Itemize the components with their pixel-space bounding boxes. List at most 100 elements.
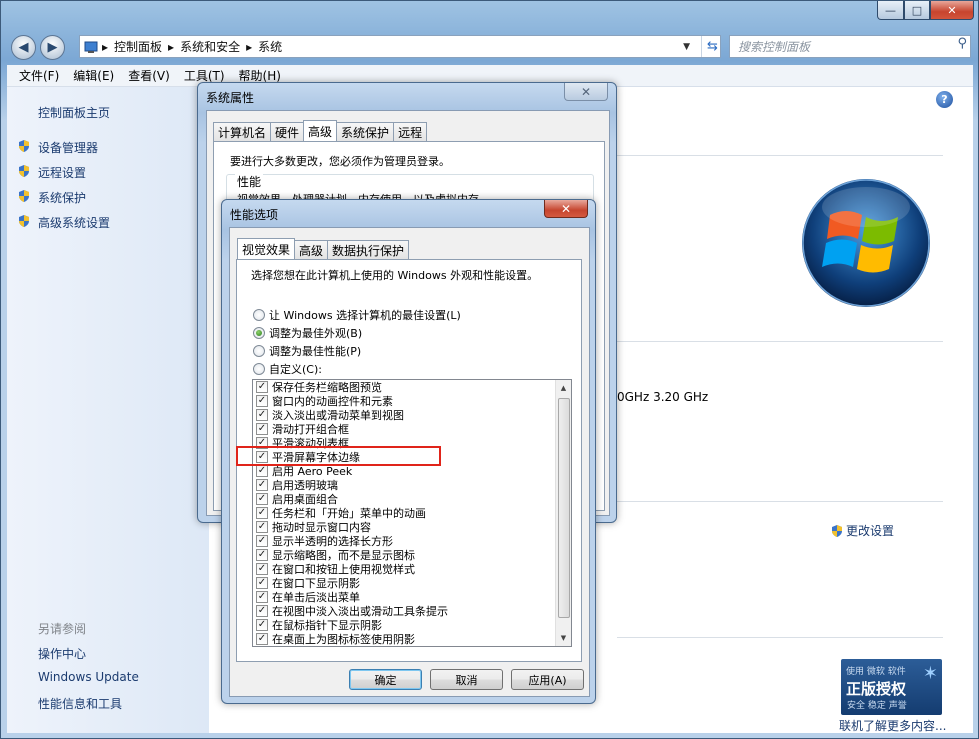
tab-visual-effects[interactable]: 视觉效果	[237, 238, 296, 259]
breadcrumb-sep[interactable]: ▸	[246, 40, 252, 54]
performance-tabs: 视觉效果 高级 数据执行保护	[237, 238, 410, 259]
checkbox[interactable]: ✓	[256, 619, 268, 631]
cpu-speed-text: 0GHz 3.20 GHz	[617, 390, 709, 404]
checkbox[interactable]: ✓	[256, 549, 268, 561]
control-panel-home-link[interactable]: 控制面板主页	[38, 104, 110, 121]
radio-best-performance[interactable]: 调整为最佳性能(P)	[253, 343, 361, 359]
menu-file[interactable]: 文件(F)	[19, 67, 59, 84]
list-item[interactable]: ✓ 显示缩略图，而不是显示图标	[253, 548, 555, 562]
genuine-badge: 使用 微软 软件 正版授权 安全 稳定 声誉 ✶	[841, 659, 942, 715]
radio-label: 调整为最佳性能(P)	[269, 345, 362, 358]
list-item[interactable]: ✓ 任务栏和「开始」菜单中的动画	[253, 506, 555, 520]
list-item[interactable]: ✓ 在桌面上为图标标签使用阴影	[253, 632, 555, 646]
refresh-icon[interactable]: ⇆	[701, 36, 723, 57]
visual-effects-intro: 选择您想在此计算机上使用的 Windows 外观和性能设置。	[251, 269, 539, 282]
performance-options-close-button[interactable]: ✕	[544, 200, 588, 218]
search-icon[interactable]: ⚲	[957, 36, 967, 51]
checkbox[interactable]: ✓	[256, 395, 268, 407]
checkbox[interactable]: ✓	[256, 423, 268, 435]
checkbox[interactable]: ✓	[256, 577, 268, 589]
windows-update-link[interactable]: Windows Update	[38, 670, 139, 684]
ok-button[interactable]: 确定	[349, 669, 422, 690]
checkbox[interactable]: ✓	[256, 493, 268, 505]
breadcrumb-security[interactable]: 系统和安全	[180, 38, 240, 55]
list-item[interactable]: ✓ 保存任务栏缩略图预览	[253, 380, 555, 394]
breadcrumb-system[interactable]: 系统	[258, 38, 282, 55]
breadcrumb-sep[interactable]: ▸	[168, 40, 174, 54]
checkbox[interactable]: ✓	[256, 479, 268, 491]
action-center-link[interactable]: 操作中心	[38, 645, 86, 662]
shield-icon	[19, 140, 29, 152]
system-properties-close-button[interactable]: ✕	[564, 83, 608, 101]
list-item[interactable]: ✓ 在窗口下显示阴影	[253, 576, 555, 590]
caption-buttons: — □ ✕	[877, 1, 974, 20]
shield-icon	[19, 215, 29, 227]
list-scrollbar[interactable]: ▲ ▼	[555, 380, 571, 646]
tab-dep[interactable]: 数据执行保护	[327, 240, 410, 259]
menu-view[interactable]: 查看(V)	[128, 67, 170, 84]
list-item[interactable]: ✓ 启用 Aero Peek	[253, 464, 555, 478]
checkbox[interactable]: ✓	[256, 521, 268, 533]
checkbox[interactable]: ✓	[256, 605, 268, 617]
list-item[interactable]: ✓ 窗口内的动画控件和元素	[253, 394, 555, 408]
list-item[interactable]: ✓ 在鼠标指针下显示阴影	[253, 618, 555, 632]
close-button[interactable]: ✕	[930, 1, 974, 20]
list-item[interactable]: ✓ 启用桌面组合	[253, 492, 555, 506]
breadcrumb-control-panel[interactable]: 控制面板	[114, 38, 162, 55]
checkbox[interactable]: ✓	[256, 563, 268, 575]
tab-system-protection[interactable]: 系统保护	[336, 122, 395, 141]
list-item[interactable]: ✓ 淡入淡出或滑动菜单到视图	[253, 408, 555, 422]
search-input[interactable]: 搜索控制面板	[729, 35, 971, 58]
address-row: ◀ ▶ ▸ 控制面板 ▸ 系统和安全 ▸ 系统 ▼ ⇆ 搜索控制面板 ⚲	[7, 33, 973, 61]
list-item[interactable]: ✓ 在窗口和按钮上使用视觉样式	[253, 562, 555, 576]
tab-advanced[interactable]: 高级	[294, 240, 329, 259]
list-item[interactable]: ✓ 拖动时显示窗口内容	[253, 520, 555, 534]
list-item[interactable]: ✓ 在视图中淡入淡出或滑动工具条提示	[253, 604, 555, 618]
shield-icon	[19, 165, 29, 177]
radio-let-windows-choose[interactable]: 让 Windows 选择计算机的最佳设置(L)	[253, 307, 461, 323]
checkbox[interactable]: ✓	[256, 381, 268, 393]
radio-label: 自定义(C):	[269, 363, 322, 376]
list-item[interactable]: ✓ 在单击后淡出菜单	[253, 590, 555, 604]
scroll-thumb[interactable]	[558, 398, 570, 618]
checkbox[interactable]: ✓	[256, 409, 268, 421]
menu-edit[interactable]: 编辑(E)	[73, 67, 114, 84]
performance-info-link[interactable]: 性能信息和工具	[38, 695, 122, 712]
checkbox[interactable]: ✓	[256, 591, 268, 603]
help-icon[interactable]: ?	[936, 91, 953, 108]
radio-custom[interactable]: 自定义(C):	[253, 361, 322, 377]
genuine-learn-more-link[interactable]: 联机了解更多内容...	[839, 717, 946, 734]
list-item[interactable]: ✓ 滑动打开组合框	[253, 422, 555, 436]
system-properties-title: 系统属性	[206, 91, 255, 105]
checkbox[interactable]: ✓	[256, 535, 268, 547]
remote-settings-link[interactable]: 远程设置	[38, 164, 86, 181]
scroll-up-arrow-icon[interactable]: ▲	[556, 380, 571, 396]
checkbox[interactable]: ✓	[256, 507, 268, 519]
maximize-button[interactable]: □	[904, 1, 930, 20]
system-protection-link[interactable]: 系统保护	[38, 189, 86, 206]
radio-label: 调整为最佳外观(B)	[269, 327, 363, 340]
minimize-button[interactable]: —	[877, 1, 904, 20]
device-manager-link[interactable]: 设备管理器	[38, 139, 98, 156]
tab-remote[interactable]: 远程	[393, 122, 428, 141]
forward-button[interactable]: ▶	[40, 35, 65, 60]
change-settings-link[interactable]: 更改设置	[830, 522, 894, 539]
see-also-heading: 另请参阅	[38, 622, 87, 636]
list-item[interactable]: ✓ 启用透明玻璃	[253, 478, 555, 492]
radio-best-appearance[interactable]: 调整为最佳外观(B)	[253, 325, 362, 341]
genuine-sub-text: 安全 稳定 声誉	[847, 701, 907, 711]
checkbox[interactable]: ✓	[256, 633, 268, 645]
apply-button[interactable]: 应用(A)	[511, 669, 584, 690]
address-dropdown[interactable]: ▼	[683, 42, 690, 52]
tab-hardware[interactable]: 硬件	[270, 122, 305, 141]
scroll-down-arrow-icon[interactable]: ▼	[556, 630, 571, 646]
tab-computer-name[interactable]: 计算机名	[213, 122, 272, 141]
visual-effects-list[interactable]: ✓ 保存任务栏缩略图预览 ✓ 窗口内的动画控件和元素 ✓ 淡入淡出或滑动菜单到视图 ✓…	[252, 379, 572, 647]
checkbox[interactable]: ✓	[256, 465, 268, 477]
cancel-button[interactable]: 取消	[430, 669, 503, 690]
list-item[interactable]: ✓ 显示半透明的选择长方形	[253, 534, 555, 548]
back-button[interactable]: ◀	[11, 35, 36, 60]
tab-advanced[interactable]: 高级	[303, 120, 338, 141]
advanced-system-settings-link[interactable]: 高级系统设置	[38, 214, 110, 231]
address-bar[interactable]: ▸ 控制面板 ▸ 系统和安全 ▸ 系统 ▼	[79, 35, 721, 58]
